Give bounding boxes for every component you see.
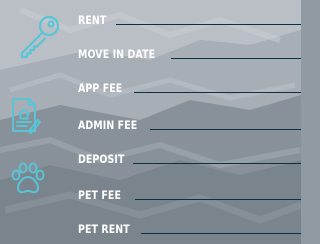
field-line-deposit[interactable] xyxy=(133,163,301,164)
field-label-admin-fee: ADMIN FEE xyxy=(78,117,138,132)
field-row-app-fee: APP FEE xyxy=(78,72,301,94)
field-line-pet-rent[interactable] xyxy=(141,233,301,234)
field-line-pet-fee[interactable] xyxy=(135,199,301,200)
house-document-icon xyxy=(12,98,41,134)
field-label-app-fee: APP FEE xyxy=(78,80,123,95)
field-row-rent: RENT xyxy=(78,4,301,26)
field-label-rent: RENT xyxy=(78,12,107,27)
field-line-move-in-date[interactable] xyxy=(171,58,301,59)
field-row-pet-rent: PET RENT xyxy=(78,213,301,235)
field-label-move-in-date: MOVE IN DATE xyxy=(78,46,156,61)
paw-print-icon xyxy=(11,162,45,194)
field-line-admin-fee[interactable] xyxy=(150,129,301,130)
field-row-admin-fee: ADMIN FEE xyxy=(78,109,301,131)
key-icon xyxy=(20,15,60,59)
field-label-pet-fee: PET FEE xyxy=(78,187,121,202)
field-label-pet-rent: PET RENT xyxy=(78,221,130,236)
field-row-move-in-date: MOVE IN DATE xyxy=(78,38,301,60)
field-label-deposit: DEPOSIT xyxy=(78,151,125,166)
field-line-rent[interactable] xyxy=(116,24,301,25)
field-line-app-fee[interactable] xyxy=(134,92,301,93)
field-row-pet-fee: PET FEE xyxy=(78,179,301,201)
field-row-deposit: DEPOSIT xyxy=(78,143,301,165)
